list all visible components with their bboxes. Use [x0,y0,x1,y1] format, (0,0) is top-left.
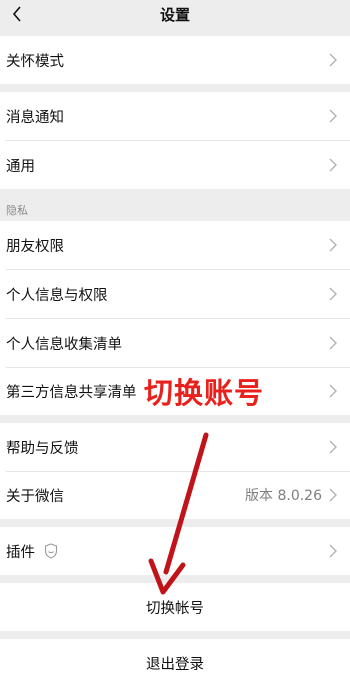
logout-label: 退出登录 [146,657,204,673]
personal-info-collection-label: 个人信息收集清单 [6,336,122,353]
friend-permissions-item[interactable]: 朋友权限 [0,221,350,269]
plugins-item[interactable]: 插件 [0,527,350,575]
care-mode-label: 关怀模式 [6,53,64,70]
chevron-right-icon [329,287,337,301]
group-notifications-general: 消息通知 通用 [0,92,350,189]
plugins-label: 插件 [6,544,35,561]
about-wechat-item[interactable]: 关于微信 版本 8.0.26 [0,471,350,519]
personal-info-permissions-label: 个人信息与权限 [6,287,108,304]
help-feedback-label: 帮助与反馈 [6,440,79,457]
personal-info-collection-item[interactable]: 个人信息收集清单 [0,319,350,367]
chevron-right-icon [329,488,337,502]
notifications-item[interactable]: 消息通知 [0,92,350,140]
page-title: 设置 [159,6,190,24]
chevron-right-icon [329,53,337,67]
third-party-sharing-label: 第三方信息共享清单 [6,384,137,401]
switch-account-label: 切换帐号 [146,601,204,617]
logout-button[interactable]: 退出登录 [0,639,350,687]
chevron-right-icon [329,336,337,350]
group-care-mode: 关怀模式 [0,36,350,84]
chevron-right-icon [329,158,337,172]
notifications-label: 消息通知 [6,109,64,126]
nav-bar: 设置 [0,0,350,30]
chevron-right-icon [329,384,337,398]
switch-account-button[interactable]: 切换帐号 [0,583,350,631]
help-feedback-item[interactable]: 帮助与反馈 [0,423,350,471]
annotation-label: 切换账号 [144,376,265,410]
plugin-shield-icon [44,543,58,559]
care-mode-item[interactable]: 关怀模式 [0,36,350,84]
version-value: 版本 8.0.26 [245,488,322,504]
general-label: 通用 [6,158,35,175]
about-wechat-label: 关于微信 [6,488,64,505]
personal-info-permissions-item[interactable]: 个人信息与权限 [0,270,350,318]
chevron-right-icon [329,544,337,558]
chevron-right-icon [329,440,337,454]
group-plugins: 插件 [0,527,350,575]
friend-permissions-label: 朋友权限 [6,238,64,255]
group-help-about: 帮助与反馈 关于微信 版本 8.0.26 [0,423,350,519]
general-item[interactable]: 通用 [0,141,350,189]
chevron-right-icon [329,238,337,252]
privacy-section-label: 隐私 [6,204,28,217]
chevron-right-icon [329,109,337,123]
